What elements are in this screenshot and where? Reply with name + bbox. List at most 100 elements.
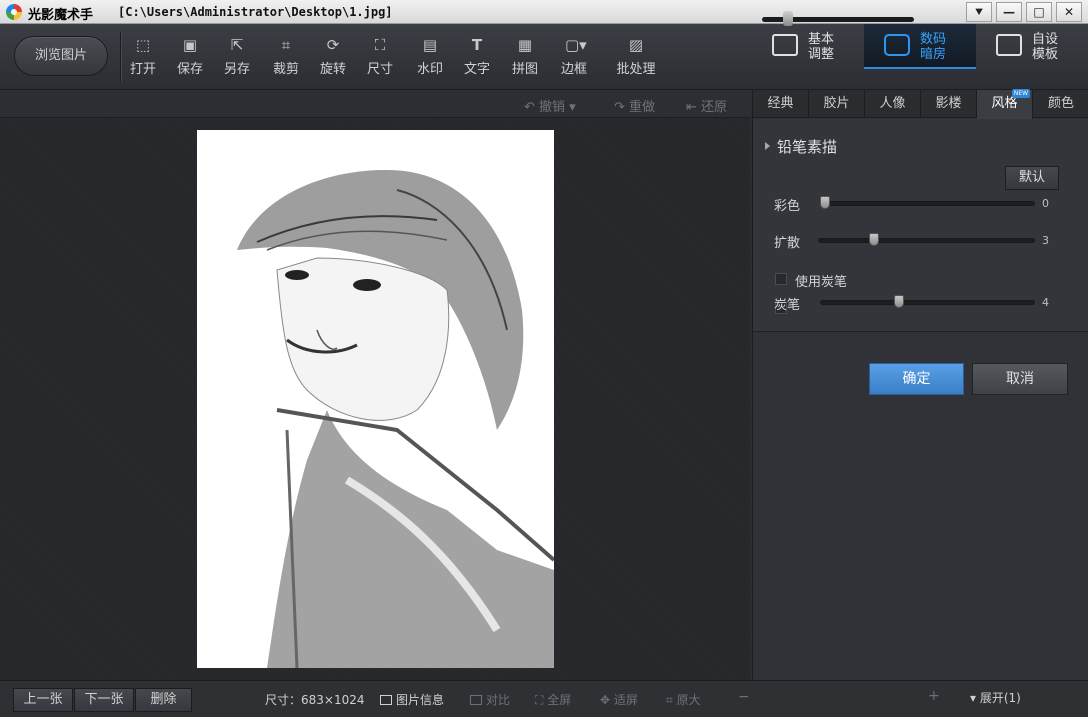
- mode-basic-adjust[interactable]: 基本 调整: [752, 24, 864, 69]
- mode-template-line2: 模板: [1032, 47, 1059, 62]
- resize-label: 尺寸: [366, 62, 393, 77]
- main-toolbar: 浏览图片 ⬚ 打开 ▣ 保存 ⇱ 另存 ⌗ 裁剪 ⟳ 旋转 ⛶ 尺寸 ▤ 水印 …: [0, 24, 1088, 90]
- batch-button[interactable]: ▨ 批处理: [609, 36, 663, 77]
- diffuse-slider-label: 扩散: [774, 236, 801, 251]
- tab-film[interactable]: 胶片: [809, 90, 865, 118]
- undo-button[interactable]: ↶ 撤销 ▾: [524, 96, 576, 115]
- fit-screen-button[interactable]: ✥ 适屏: [600, 691, 638, 708]
- watermark-icon: ▤: [422, 36, 438, 54]
- redo-button[interactable]: ↷ 重做: [614, 96, 655, 115]
- tab-classic[interactable]: 经典: [753, 90, 809, 118]
- collage-button[interactable]: ▦ 拼图: [505, 36, 545, 77]
- color-slider[interactable]: [820, 201, 1035, 206]
- charcoal-slider[interactable]: [820, 300, 1035, 305]
- tab-portrait[interactable]: 人像: [865, 90, 921, 118]
- rotate-label: 旋转: [319, 62, 346, 77]
- image-info-label: 图片信息: [396, 693, 445, 707]
- fullscreen-icon: ⛶: [535, 693, 548, 707]
- mode-template-line1: 自设: [1032, 32, 1059, 47]
- color-slider-knob[interactable]: [820, 196, 830, 209]
- text-label: 文字: [463, 62, 490, 77]
- mode-basic-line2: 调整: [808, 47, 835, 62]
- text-button[interactable]: T 文字: [457, 36, 497, 77]
- zoom-out-button[interactable]: −: [738, 689, 750, 705]
- default-button[interactable]: 默认: [1005, 166, 1059, 190]
- restore-button[interactable]: ⇤ 还原: [686, 96, 727, 115]
- compare-icon: [470, 695, 482, 705]
- camera-icon: [884, 34, 910, 56]
- redo-label: 重做: [629, 100, 656, 115]
- fit-screen-label: 适屏: [613, 693, 638, 707]
- mode-darkroom-label: 数码 暗房: [920, 32, 960, 62]
- file-path: [C:\Users\Administrator\Desktop\1.jpg]: [118, 5, 393, 19]
- frame-icon: ▢▾: [565, 36, 587, 54]
- crop-icon: ⌗: [281, 36, 291, 54]
- menu-dropdown-button[interactable]: ⯆: [966, 2, 992, 22]
- browse-images-button[interactable]: 浏览图片: [14, 36, 108, 76]
- mode-custom-template[interactable]: 自设 模板: [976, 24, 1088, 69]
- open-button[interactable]: ⬚ 打开: [123, 36, 163, 77]
- maximize-button[interactable]: □: [1026, 2, 1052, 22]
- original-size-button[interactable]: ⌗ 原大: [666, 691, 701, 708]
- original-size-icon: ⌗: [666, 693, 677, 707]
- restore-label: 还原: [701, 100, 728, 115]
- diffuse-slider-knob[interactable]: [869, 233, 880, 246]
- charcoal-checkbox-box[interactable]: [775, 273, 787, 285]
- save-button[interactable]: ▣ 保存: [170, 36, 210, 77]
- delete-button[interactable]: 删除: [135, 688, 192, 712]
- undo-label: 撤销: [539, 100, 566, 115]
- frame-label: 边框: [560, 62, 587, 77]
- save-as-button[interactable]: ⇱ 另存: [217, 36, 257, 77]
- compare-button[interactable]: 对比: [470, 691, 510, 708]
- crop-button[interactable]: ⌗ 裁剪: [266, 36, 306, 77]
- mode-digital-darkroom[interactable]: 数码 暗房: [864, 24, 976, 69]
- app-name: 光影魔术手: [28, 8, 94, 23]
- fullscreen-button[interactable]: ⛶ 全屏: [535, 691, 571, 708]
- image-info-button[interactable]: 图片信息: [380, 691, 444, 708]
- zoom-slider-knob[interactable]: [783, 11, 794, 26]
- next-image-button[interactable]: 下一张: [74, 688, 134, 712]
- save-label: 保存: [176, 62, 203, 77]
- tab-studio[interactable]: 影楼: [921, 90, 977, 118]
- collapse-arrow-icon[interactable]: [765, 142, 770, 150]
- mode-basic-label: 基本 调整: [808, 32, 848, 62]
- rotate-icon: ⟳: [326, 36, 340, 54]
- status-bar: 上一张 下一张 删除 尺寸：683×1024 图片信息 对比 ⛶ 全屏 ✥ 适屏…: [0, 680, 1088, 717]
- printer-icon: [996, 34, 1022, 56]
- pencil-sketch-image: [197, 130, 554, 668]
- app-logo-icon: [6, 4, 22, 20]
- watermark-button[interactable]: ▤ 水印: [410, 36, 450, 77]
- confirm-button[interactable]: 确定: [869, 363, 964, 395]
- charcoal-checkbox-label[interactable]: 使用炭笔: [795, 271, 847, 290]
- effect-settings: 铅笔素描 默认 彩色 0 扩散 3 使用炭笔 炭笔 4: [753, 119, 1088, 332]
- mode-basic-line1: 基本: [808, 32, 835, 47]
- tab-color[interactable]: 颜色: [1033, 90, 1088, 118]
- open-label: 打开: [129, 62, 156, 77]
- fullscreen-label: 全屏: [547, 693, 572, 707]
- close-button[interactable]: ✕: [1056, 2, 1082, 22]
- fit-screen-icon: ✥: [600, 693, 614, 707]
- color-slider-value: 0: [1042, 197, 1049, 210]
- diffuse-slider[interactable]: [818, 238, 1035, 243]
- collage-label: 拼图: [511, 62, 538, 77]
- rotate-button[interactable]: ⟳ 旋转: [313, 36, 353, 77]
- resize-button[interactable]: ⛶ 尺寸: [360, 36, 400, 77]
- zoom-in-button[interactable]: +: [928, 688, 940, 704]
- expand-arrow-icon: ▾: [970, 691, 980, 705]
- edited-photo[interactable]: [197, 130, 554, 668]
- expand-label: 展开(1): [979, 691, 1021, 705]
- effect-title: 铅笔素描: [777, 138, 838, 156]
- cancel-button[interactable]: 取消: [972, 363, 1068, 395]
- diffuse-slider-value: 3: [1042, 234, 1049, 247]
- expand-button[interactable]: ▾ 展开(1): [970, 689, 1021, 706]
- title-bar: 光影魔术手 [C:\Users\Administrator\Desktop\1.…: [0, 0, 1088, 24]
- minimize-button[interactable]: —: [996, 2, 1022, 22]
- mode-darkroom-line1: 数码: [920, 32, 947, 47]
- previous-image-button[interactable]: 上一张: [13, 688, 73, 712]
- history-bar: ↶ 撤销 ▾ ↷ 重做 ⇤ 还原: [0, 90, 750, 118]
- save-icon: ▣: [182, 36, 198, 54]
- open-image-icon: ⬚: [135, 36, 151, 54]
- image-info-icon: [380, 695, 392, 705]
- charcoal-slider-knob[interactable]: [893, 295, 904, 308]
- frame-button[interactable]: ▢▾ 边框: [554, 36, 594, 77]
